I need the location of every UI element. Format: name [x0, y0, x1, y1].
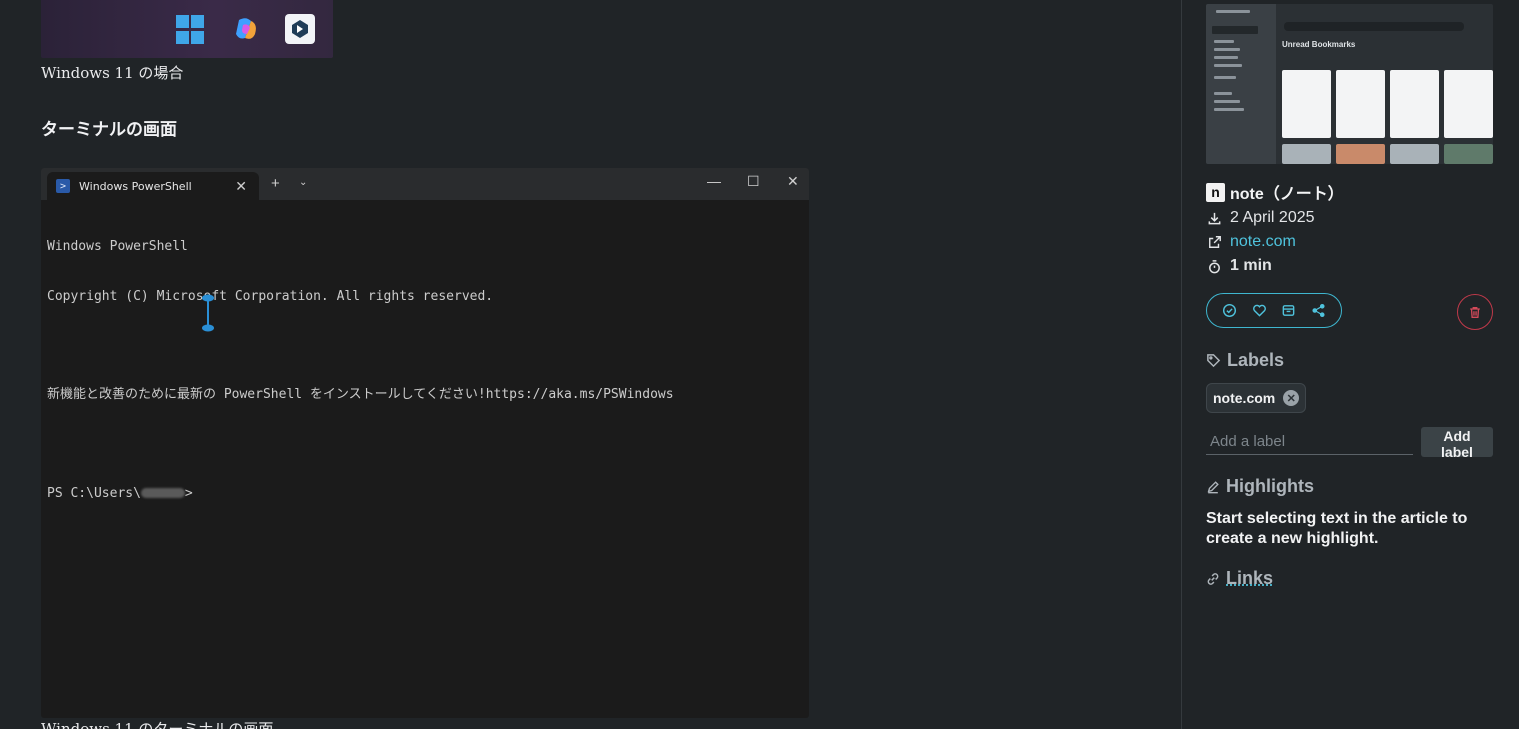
download-icon [1206, 211, 1223, 226]
mark-read-icon[interactable] [1221, 302, 1239, 320]
saved-date-text: 2 April 2025 [1230, 209, 1315, 226]
favorite-heart-icon[interactable] [1250, 302, 1268, 320]
bookmark-thumbnail[interactable]: Unread Bookmarks [1206, 4, 1493, 164]
thumbnail-title: Unread Bookmarks [1282, 40, 1356, 49]
label-chip-text: note.com [1213, 390, 1276, 406]
redacted-username [140, 488, 185, 498]
links-heading[interactable]: Links [1206, 568, 1273, 589]
highlights-heading: Highlights [1206, 476, 1314, 497]
prompt-prefix: PS C:\Users\ [47, 485, 141, 501]
heading-terminal: ターミナルの画面 [41, 120, 177, 140]
links-title[interactable]: Links [1226, 568, 1273, 589]
caption-windows: Windows 11 の場合 [41, 64, 184, 82]
minimize-icon: — [707, 173, 721, 189]
terminal-titlebar: > Windows PowerShell ✕ + ⌄ — ☐ ✕ [41, 168, 809, 200]
pen-icon [1206, 480, 1220, 494]
terminal-line: 新機能と改善のために最新の PowerShell をインストールしてください!h… [47, 387, 674, 402]
read-time: 1 min [1206, 257, 1272, 275]
external-link-icon [1206, 235, 1223, 249]
taskbar-image [41, 0, 333, 58]
stopwatch-icon [1206, 259, 1223, 274]
share-icon[interactable] [1309, 302, 1327, 320]
labels-title: Labels [1227, 350, 1285, 370]
source-site: note.com [1206, 233, 1296, 251]
remove-label-icon[interactable]: ✕ [1283, 390, 1300, 406]
tag-icon [1206, 353, 1221, 368]
source-name: note（ノート） [1230, 186, 1344, 203]
tab-close-icon: ✕ [235, 178, 247, 194]
powershell-icon: > [56, 179, 70, 193]
terminal-line: Windows PowerShell [47, 239, 188, 254]
trash-icon [1470, 306, 1480, 318]
maximize-icon: ☐ [747, 173, 760, 189]
terminal-prompt: PS C:\Users\ > [47, 486, 799, 503]
new-tab-icon: + [271, 175, 280, 192]
terminal-tab-title: Windows PowerShell [79, 179, 192, 193]
panel-divider [1181, 0, 1182, 729]
highlights-empty-text: Start selecting text in the article to c… [1206, 510, 1468, 547]
terminal-line: Copyright (C) Microsoft Corporation. All… [47, 288, 494, 304]
delete-button[interactable] [1457, 294, 1493, 330]
thumbnail-sidebar [1206, 4, 1276, 164]
close-window-icon: ✕ [787, 173, 799, 189]
prompt-suffix: > [184, 485, 193, 501]
chevron-down-icon: ⌄ [299, 177, 308, 188]
thumbnail-main: Unread Bookmarks [1280, 20, 1493, 164]
copilot-icon [231, 14, 261, 44]
windows-start-icon [175, 14, 205, 44]
note-logo: n [1206, 182, 1225, 202]
article-content: Windows 11 の場合 ターミナルの画面 > Windows PowerS… [0, 0, 1181, 729]
caption-bottom: Windows 11 のターミナルの画面 [41, 720, 274, 729]
terminal-screenshot: > Windows PowerShell ✕ + ⌄ — ☐ ✕ Windows… [41, 168, 809, 718]
archive-icon[interactable] [1280, 302, 1298, 320]
bookmark-actions [1206, 293, 1342, 328]
source-link[interactable]: note.com [1230, 233, 1296, 251]
link-icon [1206, 572, 1220, 586]
saved-date: 2 April 2025 [1206, 209, 1315, 227]
terminal-output: Windows PowerShell Copyright (C) Microso… [47, 206, 799, 535]
highlights-title: Highlights [1226, 476, 1314, 496]
add-label-button[interactable]: Add label [1421, 427, 1493, 460]
read-time-text: 1 min [1230, 257, 1272, 274]
labels-heading: Labels [1206, 350, 1284, 371]
text-cursor-icon [202, 294, 214, 332]
label-chip: note.com ✕ [1206, 383, 1307, 413]
terminal-tab: > Windows PowerShell ✕ [47, 172, 259, 200]
add-label-input[interactable] [1206, 428, 1413, 455]
app-extension-icon [285, 14, 315, 44]
source-title: n note（ノート） [1206, 180, 1344, 204]
